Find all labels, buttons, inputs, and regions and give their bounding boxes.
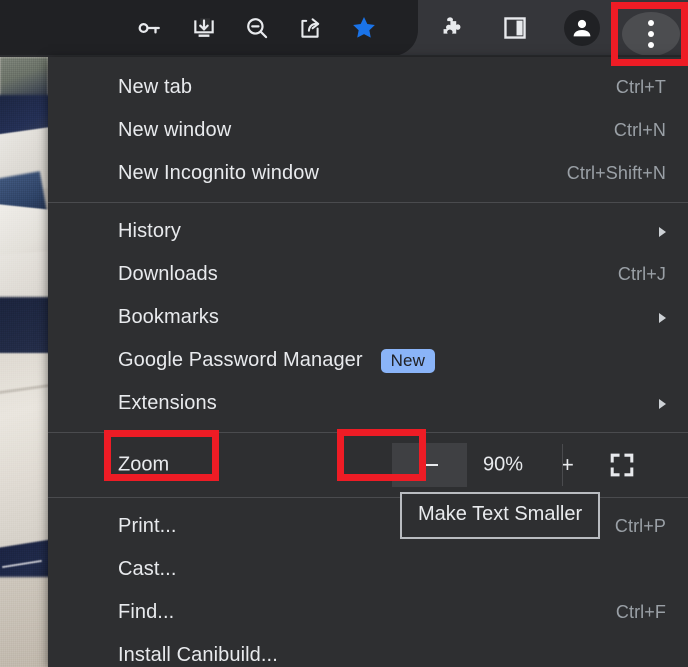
menu-item-label: New tab	[118, 76, 193, 98]
chevron-right-icon	[659, 398, 666, 409]
zoom-out-tooltip: Make Text Smaller	[400, 492, 601, 539]
menu-dot-middle	[648, 31, 654, 37]
menu-item-new-tab[interactable]: New tab Ctrl+T	[48, 66, 688, 109]
bookmark-star-icon[interactable]	[348, 12, 380, 44]
zoom-out-button[interactable]	[392, 443, 467, 487]
browser-window: New tab Ctrl+T New window Ctrl+N New Inc…	[0, 0, 688, 667]
menu-item-downloads[interactable]: Downloads Ctrl+J	[48, 253, 688, 296]
menu-item-install-canibuild[interactable]: Install Canibuild...	[48, 634, 688, 667]
chrome-main-menu: New tab Ctrl+T New window Ctrl+N New Inc…	[48, 57, 688, 667]
menu-item-history[interactable]: History	[48, 210, 688, 253]
new-badge: New	[380, 348, 435, 373]
side-panel-icon[interactable]	[499, 12, 531, 44]
menu-item-label: History	[118, 220, 181, 242]
zoom-percentage: 90%	[483, 453, 524, 476]
menu-item-label: Cast...	[118, 558, 177, 580]
page-content-background	[0, 57, 48, 667]
minus-icon	[421, 464, 438, 466]
menu-item-new-window[interactable]: New window Ctrl+N	[48, 109, 688, 152]
zoom-out-icon[interactable]	[241, 12, 273, 44]
menu-separator-one	[48, 202, 688, 203]
extensions-puzzle-icon[interactable]	[436, 12, 468, 44]
menu-item-shortcut: Ctrl+P	[614, 516, 666, 536]
menu-item-shortcut: Ctrl+F	[615, 602, 666, 622]
menu-separator-two	[48, 432, 688, 433]
zoom-label: Zoom	[118, 453, 170, 476]
profile-avatar-icon[interactable]	[564, 10, 600, 46]
three-dot-menu-icon[interactable]	[641, 16, 661, 52]
menu-item-find[interactable]: Find... Ctrl+F	[48, 591, 688, 634]
browser-toolbar	[0, 0, 688, 57]
menu-item-label: Install Canibuild...	[118, 644, 278, 666]
menu-item-new-incognito-window[interactable]: New Incognito window Ctrl+Shift+N	[48, 152, 688, 195]
menu-item-label: Print...	[118, 515, 177, 537]
password-key-icon[interactable]	[133, 12, 165, 44]
menu-item-extensions[interactable]: Extensions	[48, 382, 688, 425]
menu-item-shortcut: Ctrl+J	[617, 264, 666, 284]
menu-item-label: Downloads	[118, 263, 218, 285]
menu-dot-bottom	[648, 42, 654, 48]
menu-item-shortcut: Ctrl+T	[615, 77, 666, 97]
menu-item-cast[interactable]: Cast...	[48, 548, 688, 591]
aerial-image-grain	[0, 57, 48, 667]
chevron-right-icon	[659, 226, 666, 237]
menu-item-shortcut: Ctrl+Shift+N	[566, 163, 666, 183]
menu-item-google-password-manager[interactable]: Google Password Manager New	[48, 339, 688, 382]
menu-item-bookmarks[interactable]: Bookmarks	[48, 296, 688, 339]
install-app-icon[interactable]	[188, 12, 220, 44]
menu-item-label: Find...	[118, 601, 175, 623]
menu-item-label: New Incognito window	[118, 162, 319, 184]
chevron-right-icon	[659, 312, 666, 323]
zoom-control-row: Zoom 90% +	[48, 440, 688, 490]
zoom-row-divider	[562, 444, 563, 486]
fullscreen-icon[interactable]	[608, 451, 636, 479]
menu-item-label: Google Password Manager	[118, 349, 363, 371]
menu-item-shortcut: Ctrl+N	[613, 120, 666, 140]
share-icon[interactable]	[294, 12, 326, 44]
menu-dot-top	[648, 20, 654, 26]
menu-item-label: Bookmarks	[118, 306, 219, 328]
menu-item-label: New window	[118, 119, 232, 141]
menu-item-label: Extensions	[118, 392, 217, 414]
